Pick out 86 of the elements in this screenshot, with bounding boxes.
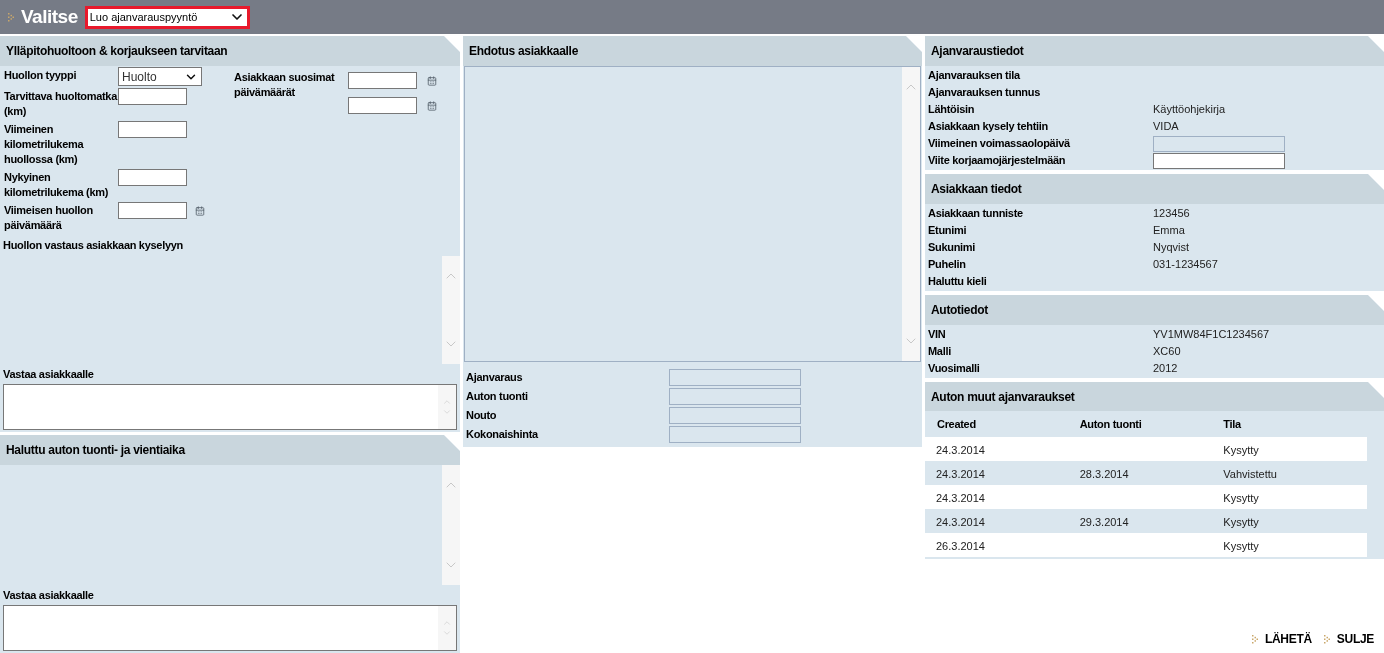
- info-label: Asiakkaan kysely tehtiin: [927, 119, 1049, 135]
- action-link[interactable]: SULJE: [1336, 630, 1374, 648]
- page-title: Valitse: [21, 4, 78, 29]
- field-label: Nouto: [465, 408, 498, 424]
- info-value: VIDA: [1153, 119, 1179, 135]
- section-label: Huollon vastaus asiakkaan kyselyyn: [2, 238, 184, 252]
- scrollbar[interactable]: [438, 385, 456, 429]
- info-value: XC60: [1153, 344, 1181, 360]
- table-cell: 28.3.2014: [1079, 468, 1129, 480]
- input-field[interactable]: [118, 169, 187, 186]
- calendar-icon[interactable]: [195, 205, 205, 216]
- input-field[interactable]: [118, 88, 187, 105]
- field-label: Kokonaishinta: [465, 427, 540, 443]
- reply-field[interactable]: [3, 605, 457, 651]
- action-select[interactable]: Luo ajanvarauspyyntö: [84, 5, 250, 29]
- info-label: Lähtöisin: [927, 102, 976, 118]
- table-row[interactable]: 26.3.2014 Kysytty: [925, 533, 1367, 557]
- info-value: 031-1234567: [1153, 257, 1218, 273]
- table-cell: Kysytty: [1223, 492, 1259, 504]
- info-label: Vuosimalli: [927, 361, 981, 377]
- panel-header: Haluttu auton tuonti- ja vientiaika: [0, 435, 460, 465]
- input-field[interactable]: [118, 121, 187, 138]
- info-label: Viite korjaamojärjestelmään: [927, 153, 1067, 169]
- dotted-arrow-icon: [1323, 634, 1330, 644]
- field-label: Viimeinen kilometrilukema huollossa (km): [4, 122, 85, 167]
- input-field[interactable]: [1153, 152, 1285, 169]
- input-field[interactable]: [118, 202, 187, 219]
- info-label: Malli: [927, 344, 952, 360]
- field-label: Ajanvaraus: [465, 370, 524, 386]
- panel-header: Ajanvaraustiedot: [925, 36, 1384, 66]
- panel-header: Ehdotus asiakkaalle: [463, 36, 922, 66]
- panel-header: Ylläpitohuoltoon & korjaukseen tarvitaan: [0, 36, 460, 66]
- column-header: Auton tuonti: [1079, 416, 1143, 432]
- field-label: Viimeisen huollon päivämäärä: [4, 203, 94, 233]
- panel-header: Asiakkaan tiedot: [925, 174, 1384, 204]
- dotted-arrow-icon: [8, 12, 14, 22]
- input-field[interactable]: [348, 72, 417, 89]
- field-label: Huollon tyyppi: [4, 68, 78, 83]
- field-label: Nykyinen kilometrilukema (km): [4, 170, 110, 200]
- column-header: Tila: [1223, 416, 1243, 432]
- table-cell: Kysytty: [1223, 444, 1259, 456]
- table-cell: Kysytty: [1223, 540, 1259, 552]
- dotted-arrow-icon: [1251, 634, 1258, 644]
- info-label: Viimeinen voimassaolopäivä: [927, 136, 1071, 152]
- table-cell: 24.3.2014: [936, 468, 985, 480]
- scrollbar[interactable]: [442, 465, 460, 585]
- field-label: Asiakkaan suosimat päivämäärät: [234, 70, 336, 100]
- info-value: YV1MW84F1C1234567: [1153, 327, 1270, 343]
- table-cell: 24.3.2014: [936, 444, 985, 456]
- info-value: 123456: [1153, 206, 1190, 222]
- calendar-icon[interactable]: [427, 75, 437, 86]
- table-cell: 24.3.2014: [936, 516, 985, 528]
- panel-header: Auton muut ajanvaraukset: [925, 382, 1384, 411]
- table-cell: Vahvistettu: [1223, 468, 1277, 480]
- table-cell: 26.3.2014: [936, 540, 985, 552]
- field-label: Vastaa asiakkaalle: [3, 589, 95, 602]
- column-header: Created: [936, 416, 977, 432]
- info-label: Ajanvarauksen tila: [927, 68, 1022, 84]
- scrollbar[interactable]: [442, 256, 460, 364]
- reply-field[interactable]: [3, 384, 457, 430]
- scrollbar[interactable]: [902, 67, 920, 361]
- input-field[interactable]: [348, 97, 417, 114]
- info-label: Etunimi: [927, 223, 968, 239]
- info-value: Käyttöohjekirja: [1153, 102, 1226, 118]
- action-link[interactable]: LÄHETÄ: [1264, 630, 1312, 648]
- info-value: Nyqvist: [1153, 240, 1190, 256]
- info-label: Ajanvarauksen tunnus: [927, 85, 1041, 101]
- table-cell: Kysytty: [1223, 516, 1259, 528]
- select-field[interactable]: Huolto: [118, 67, 202, 86]
- info-label: Puhelin: [927, 257, 967, 273]
- info-label: Haluttu kieli: [927, 274, 988, 290]
- panel-header: Autotiedot: [925, 295, 1384, 325]
- table-cell: 24.3.2014: [936, 492, 985, 504]
- calendar-icon[interactable]: [427, 100, 437, 111]
- field-label: Tarvittava huoltomatka (km): [4, 89, 118, 119]
- scrollbar[interactable]: [438, 606, 456, 650]
- table-cell: 29.3.2014: [1079, 516, 1129, 528]
- info-label: Asiakkaan tunniste: [927, 206, 1024, 222]
- field-label: Vastaa asiakkaalle: [3, 368, 95, 381]
- info-value: 2012: [1153, 361, 1178, 377]
- field-label: Auton tuonti: [465, 389, 529, 405]
- info-label: Sukunimi: [927, 240, 977, 256]
- table-row[interactable]: 24.3.2014 Kysytty: [925, 485, 1367, 509]
- table-row[interactable]: 24.3.2014 Kysytty: [925, 437, 1367, 461]
- info-value: Emma: [1153, 223, 1185, 239]
- info-label: VIN: [927, 327, 947, 343]
